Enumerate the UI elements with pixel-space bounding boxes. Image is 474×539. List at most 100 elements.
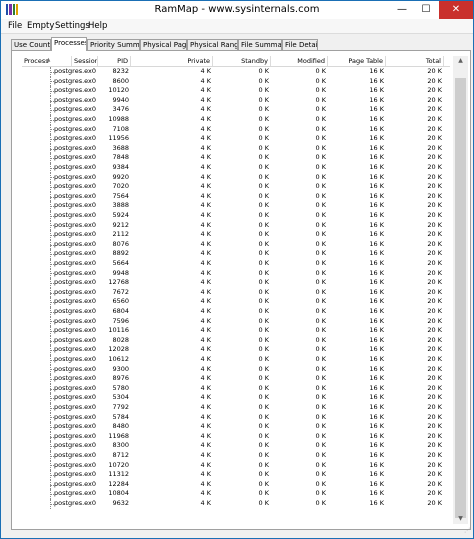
table-row[interactable]: postgres.exe 0 9940 4 K0 K0 K 16 K 20 K: [22, 95, 450, 106]
cell-session: 0: [91, 163, 96, 171]
table-row[interactable]: postgres.exe 0 7596 4 K0 K0 K 16 K 20 K: [22, 316, 450, 327]
table-row[interactable]: postgres.exe 0 5304 4 K0 K0 K 16 K 20 K: [22, 393, 450, 403]
table-row[interactable]: postgres.exe 0 2112 4 K0 K0 K 16 K 20 K: [22, 230, 450, 240]
table-row[interactable]: postgres.exe 0 9212 4 K0 K0 K 16 K 20 K: [22, 220, 450, 231]
cell-private: 4 K: [200, 345, 211, 354]
cell-page-table: 16 K: [369, 249, 384, 258]
table-row[interactable]: postgres.exe 0 8076 4 K0 K0 K 16 K 20 K: [22, 239, 450, 250]
column-header-private[interactable]: Private: [131, 56, 213, 66]
title-bar[interactable]: RamMap - www.sysinternals.com — ☐ ✕: [1, 1, 473, 19]
table-row[interactable]: postgres.exe 0 10988 4 K0 K0 K 16 K 20 K: [22, 115, 450, 125]
menu-settings[interactable]: Settings: [55, 20, 90, 32]
cell-total: 20 K: [427, 201, 442, 210]
table-row[interactable]: postgres.exe 0 9920 4 K0 K0 K 16 K 20 K: [22, 172, 450, 183]
cell-modified: 0 K: [315, 278, 326, 287]
maximize-button[interactable]: ☐: [414, 1, 438, 19]
cell-total: 20 K: [427, 115, 442, 123]
cell-total: 20 K: [427, 191, 442, 200]
vertical-scrollbar[interactable]: ▲ ▼: [453, 56, 468, 524]
column-header-modified[interactable]: Modified: [271, 56, 328, 66]
cell-modified: 0 K: [315, 489, 326, 498]
table-row[interactable]: postgres.exe 0 8480 4 K0 K0 K 16 K 20 K: [22, 422, 450, 432]
cell-session: 0: [91, 479, 96, 488]
cell-private: 4 K: [200, 441, 211, 450]
minimize-button[interactable]: —: [390, 1, 414, 19]
column-header-total[interactable]: Total: [386, 56, 444, 66]
table-row[interactable]: postgres.exe 0 7564 4 K0 K0 K 16 K 20 K: [22, 191, 450, 202]
tab-file-details[interactable]: File Details: [282, 39, 318, 50]
scroll-up-icon[interactable]: ▲: [453, 56, 468, 66]
cell-page-table: 16 K: [369, 239, 384, 248]
table-row[interactable]: postgres.exe 0 12284 4 K0 K0 K 16 K 20 K: [22, 479, 450, 490]
table-row[interactable]: postgres.exe 0 9632 4 K0 K0 K 16 K 20 K: [22, 499, 450, 509]
menu-file[interactable]: File: [8, 20, 22, 32]
cell-pid: 11968: [108, 431, 129, 440]
cell-standby: 0 K: [258, 364, 269, 373]
table-row[interactable]: postgres.exe 0 11312 4 K0 K0 K 16 K 20 K: [22, 470, 450, 480]
table-row[interactable]: postgres.exe 0 3688 4 K0 K0 K 16 K 20 K: [22, 143, 450, 154]
table-row[interactable]: postgres.exe 0 7792 4 K0 K0 K 16 K 20 K: [22, 403, 450, 413]
table-row[interactable]: postgres.exe 0 7672 4 K0 K0 K 16 K 20 K: [22, 287, 450, 298]
cell-private: 4 K: [200, 364, 211, 373]
table-row[interactable]: postgres.exe 0 5664 4 K0 K0 K 16 K 20 K: [22, 259, 450, 269]
cell-session: 0: [91, 268, 96, 277]
tab-use-counts[interactable]: Use Counts: [11, 39, 51, 50]
table-row[interactable]: postgres.exe 0 8232 4 K0 K0 K 16 K 20 K: [22, 67, 450, 77]
table-row[interactable]: postgres.exe 0 6560 4 K0 K0 K 16 K 20 K: [22, 297, 450, 307]
table-row[interactable]: postgres.exe 0 11968 4 K0 K0 K 16 K 20 K: [22, 431, 450, 442]
column-header-page-table[interactable]: Page Table: [328, 56, 386, 66]
table-row[interactable]: postgres.exe 0 12028 4 K0 K0 K 16 K 20 K: [22, 345, 450, 355]
cell-private: 4 K: [200, 211, 211, 219]
table-row[interactable]: postgres.exe 0 6804 4 K0 K0 K 16 K 20 K: [22, 307, 450, 317]
tab-physical-pages[interactable]: Physical Pages: [140, 39, 187, 50]
column-header-process[interactable]: Process ▲: [22, 56, 72, 66]
cell-private: 4 K: [200, 239, 211, 248]
table-row[interactable]: postgres.exe 0 3888 4 K0 K0 K 16 K 20 K: [22, 201, 450, 211]
cell-standby: 0 K: [258, 307, 269, 315]
close-button[interactable]: ✕: [439, 1, 473, 19]
table-row[interactable]: postgres.exe 0 7020 4 K0 K0 K 16 K 20 K: [22, 182, 450, 192]
table-row[interactable]: postgres.exe 0 10116 4 K0 K0 K 16 K 20 K: [22, 326, 450, 336]
cell-standby: 0 K: [258, 374, 269, 383]
tab-file-summary[interactable]: File Summary: [238, 39, 282, 50]
table-row[interactable]: postgres.exe 0 7848 4 K0 K0 K 16 K 20 K: [22, 153, 450, 163]
table-row[interactable]: postgres.exe 0 8712 4 K0 K0 K 16 K 20 K: [22, 451, 450, 461]
cell-standby: 0 K: [258, 124, 269, 133]
column-header-pid[interactable]: PID: [98, 56, 131, 66]
tab-processes[interactable]: Processes: [51, 37, 87, 51]
table-row[interactable]: postgres.exe 0 10804 4 K0 K0 K 16 K 20 K: [22, 489, 450, 499]
table-row[interactable]: postgres.exe 0 10720 4 K0 K0 K 16 K 20 K: [22, 460, 450, 471]
table-row[interactable]: postgres.exe 0 12768 4 K0 K0 K 16 K 20 K: [22, 278, 450, 288]
column-header-session[interactable]: Session: [72, 56, 98, 66]
cell-standby: 0 K: [258, 278, 269, 287]
scroll-down-icon[interactable]: ▼: [453, 514, 468, 524]
resize-grip-icon[interactable]: ⋰: [462, 527, 470, 535]
table-row[interactable]: postgres.exe 0 10120 4 K0 K0 K 16 K 20 K: [22, 86, 450, 96]
tab-physical-ranges[interactable]: Physical Ranges: [187, 39, 238, 50]
table-row[interactable]: postgres.exe 0 10612 4 K0 K0 K 16 K 20 K: [22, 355, 450, 365]
table-row[interactable]: postgres.exe 0 8600 4 K0 K0 K 16 K 20 K: [22, 76, 450, 87]
menu-empty[interactable]: Empty: [27, 20, 54, 32]
cell-pid: 8600: [112, 76, 129, 85]
table-row[interactable]: postgres.exe 0 5924 4 K0 K0 K 16 K 20 K: [22, 211, 450, 221]
table-row[interactable]: postgres.exe 0 8028 4 K0 K0 K 16 K 20 K: [22, 335, 450, 346]
tab-priority-summary[interactable]: Priority Summary: [87, 39, 140, 50]
cell-session: 0: [91, 335, 96, 344]
cell-modified: 0 K: [315, 239, 326, 248]
table-row[interactable]: postgres.exe 0 3476 4 K0 K0 K 16 K 20 K: [22, 105, 450, 115]
cell-total: 20 K: [427, 153, 442, 162]
menu-help[interactable]: Help: [88, 20, 107, 32]
column-header-standby[interactable]: Standby: [213, 56, 271, 66]
table-row[interactable]: postgres.exe 0 9948 4 K0 K0 K 16 K 20 K: [22, 268, 450, 279]
cell-private: 4 K: [200, 76, 211, 85]
table-row[interactable]: postgres.exe 0 9384 4 K0 K0 K 16 K 20 K: [22, 163, 450, 173]
table-row[interactable]: postgres.exe 0 8976 4 K0 K0 K 16 K 20 K: [22, 374, 450, 384]
table-row[interactable]: postgres.exe 0 5784 4 K0 K0 K 16 K 20 K: [22, 412, 450, 423]
table-row[interactable]: postgres.exe 0 8892 4 K0 K0 K 16 K 20 K: [22, 249, 450, 259]
table-row[interactable]: postgres.exe 0 11956 4 K0 K0 K 16 K 20 K: [22, 134, 450, 144]
table-row[interactable]: postgres.exe 0 8300 4 K0 K0 K 16 K 20 K: [22, 441, 450, 451]
table-row[interactable]: postgres.exe 0 9300 4 K0 K0 K 16 K 20 K: [22, 364, 450, 375]
scroll-thumb[interactable]: [455, 78, 466, 518]
table-row[interactable]: postgres.exe 0 7108 4 K0 K0 K 16 K 20 K: [22, 124, 450, 135]
table-row[interactable]: postgres.exe 0 5780 4 K0 K0 K 16 K 20 K: [22, 383, 450, 394]
